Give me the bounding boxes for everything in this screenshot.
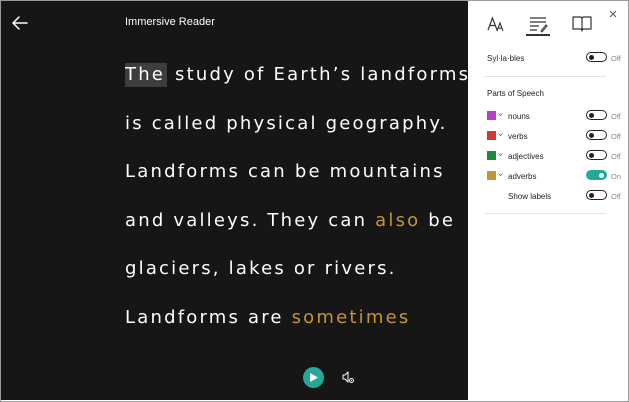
text-line: is called physical geography. <box>125 112 468 161</box>
divider <box>484 213 606 214</box>
text-segment[interactable]: is called physical geography. <box>125 112 448 136</box>
adjectives-toggle[interactable] <box>586 150 607 160</box>
nouns-state: Off <box>611 112 621 121</box>
adverbs-color-swatch[interactable] <box>487 171 496 180</box>
chevron-down-icon[interactable] <box>498 132 503 137</box>
text-segment[interactable]: and valleys. They can <box>125 209 367 233</box>
adverb-word[interactable]: also <box>375 209 420 233</box>
text-line: Landforms are sometimes <box>125 306 468 355</box>
focused-word[interactable]: The <box>125 63 168 87</box>
parts-of-speech-title: Parts of Speech <box>487 89 544 98</box>
adverbs-state: On <box>611 172 622 181</box>
grammar-panel: Syl·la·bles Off Parts of Speech nouns Off… <box>468 1 628 400</box>
close-icon[interactable] <box>608 6 618 18</box>
adjectives-label: adjectives <box>508 152 544 161</box>
pos-row-adjectives: adjectives Off <box>487 149 627 163</box>
tab-reading-preferences[interactable] <box>571 13 593 35</box>
verbs-toggle[interactable] <box>586 130 607 140</box>
text-line: Landforms can be mountains <box>125 160 468 209</box>
text-line: glaciers, lakes or rivers. <box>125 257 468 306</box>
text-size-icon <box>487 16 504 32</box>
back-arrow-icon[interactable] <box>10 13 30 33</box>
text-segment[interactable]: Landforms can be mountains <box>125 160 445 184</box>
reader-pane: Immersive Reader The study of Earth’s la… <box>1 1 468 400</box>
voice-settings-icon[interactable] <box>341 370 355 384</box>
syllables-row: Syl·la·bles Off <box>487 51 627 65</box>
adjectives-state: Off <box>611 152 621 161</box>
syllables-state: Off <box>611 54 621 63</box>
text-line: The study of Earth’s landforms <box>125 63 468 112</box>
play-icon <box>310 373 318 382</box>
adverbs-toggle[interactable] <box>586 170 607 180</box>
verbs-state: Off <box>611 132 621 141</box>
app-title: Immersive Reader <box>125 16 215 28</box>
verbs-label: verbs <box>508 132 528 141</box>
book-icon <box>572 16 592 32</box>
reading-text: The study of Earth’s landforms is called … <box>125 63 468 354</box>
text-segment[interactable]: Landforms are <box>125 306 284 330</box>
tab-grammar-options[interactable] <box>527 13 549 35</box>
chevron-down-icon[interactable] <box>498 152 503 157</box>
tab-text-preferences[interactable] <box>485 13 507 35</box>
selected-tab-indicator <box>526 34 550 36</box>
syllables-toggle[interactable] <box>586 52 607 62</box>
adjectives-color-swatch[interactable] <box>487 151 496 160</box>
nouns-label: nouns <box>508 112 530 121</box>
show-labels-toggle[interactable] <box>586 190 607 200</box>
adverbs-label: adverbs <box>508 172 537 181</box>
show-labels-row: Show labels Off <box>487 189 627 203</box>
nouns-toggle[interactable] <box>586 110 607 120</box>
chevron-down-icon[interactable] <box>498 112 503 117</box>
pos-row-verbs: verbs Off <box>487 129 627 143</box>
nouns-color-swatch[interactable] <box>487 111 496 120</box>
text-segment[interactable]: be <box>428 209 455 233</box>
pos-row-nouns: nouns Off <box>487 109 627 123</box>
text-segment[interactable]: study of Earth’s landforms <box>175 63 468 87</box>
text-line: and valleys. They can also be <box>125 209 468 258</box>
show-labels-state: Off <box>611 192 621 201</box>
divider <box>484 76 606 77</box>
adverb-word[interactable]: sometimes <box>292 306 411 330</box>
verbs-color-swatch[interactable] <box>487 131 496 140</box>
pos-row-adverbs: adverbs On <box>487 169 627 183</box>
play-button[interactable] <box>303 367 324 388</box>
grammar-icon <box>530 17 548 33</box>
text-segment[interactable]: glaciers, lakes or rivers. <box>125 257 397 281</box>
syllables-label: Syl·la·bles <box>487 54 525 63</box>
chevron-down-icon[interactable] <box>498 172 503 177</box>
show-labels-label: Show labels <box>508 192 552 201</box>
